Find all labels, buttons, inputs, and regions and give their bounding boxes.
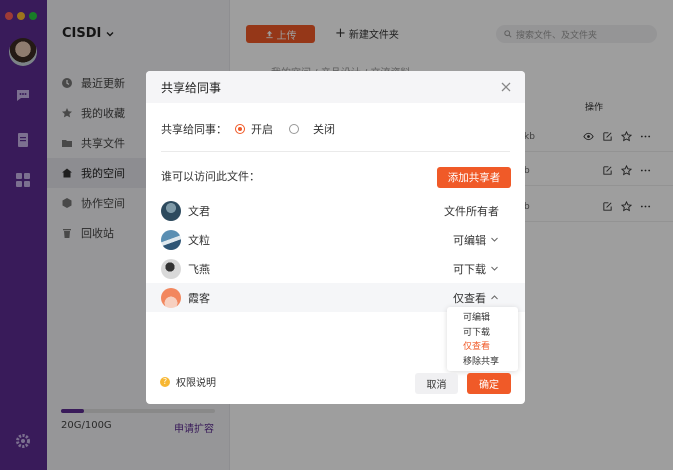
permission-dropdown: 可编辑 可下载 仅查看 移除共享 [447,307,518,371]
avatar [161,287,181,308]
share-on-radio[interactable] [235,124,245,134]
question-icon: ? [160,376,170,387]
share-label: 共享给同事： [161,123,227,136]
avatar [161,258,181,279]
permission-value: 仅查看 [453,291,486,305]
share-off-radio[interactable] [289,124,299,134]
member-row: 文君 文件所有者 [146,196,525,225]
member-name: 文君 [188,204,210,218]
share-off-label[interactable]: 关闭 [313,121,335,137]
dialog-header: 共享给同事 [146,71,525,103]
cancel-button[interactable]: 取消 [415,373,458,394]
dropdown-option-download[interactable]: 可下载 [447,326,518,341]
member-owner-label: 文件所有者 [444,204,499,218]
share-toggle-row: 共享给同事： 开启 关闭 [161,121,335,137]
share-dialog: 共享给同事 共享给同事： 开启 关闭 谁可以访问此文件： 添加共享者 文君 文件… [146,71,525,404]
chevron-up-icon [491,295,498,300]
permission-value: 可编辑 [453,233,486,247]
permission-select[interactable]: 仅查看 [453,290,499,306]
dialog-title: 共享给同事 [161,80,222,95]
chevron-down-icon [491,237,498,242]
chevron-down-icon [491,266,498,271]
divider [161,151,510,152]
permission-help-label: 权限说明 [176,378,216,389]
member-name: 文粒 [188,233,210,247]
close-icon[interactable] [499,80,513,94]
confirm-button[interactable]: 确定 [467,373,511,394]
access-label: 谁可以访问此文件： [161,170,260,183]
avatar [161,200,181,221]
permission-select[interactable]: 可下载 [453,261,499,277]
member-name: 飞燕 [188,262,210,276]
permission-help-link[interactable]: ? 权限说明 [160,374,216,389]
member-name: 霞客 [188,291,210,305]
member-row: 飞燕 可下载 [146,254,525,283]
dropdown-option-view[interactable]: 仅查看 [447,340,518,355]
dropdown-option-edit[interactable]: 可编辑 [447,311,518,326]
permission-select[interactable]: 可编辑 [453,232,499,248]
avatar [161,229,181,250]
share-on-label[interactable]: 开启 [251,121,273,137]
member-row: 文粒 可编辑 [146,225,525,254]
add-sharer-button[interactable]: 添加共享者 [437,167,511,188]
dropdown-option-remove[interactable]: 移除共享 [447,355,518,370]
permission-value: 可下载 [453,262,486,276]
